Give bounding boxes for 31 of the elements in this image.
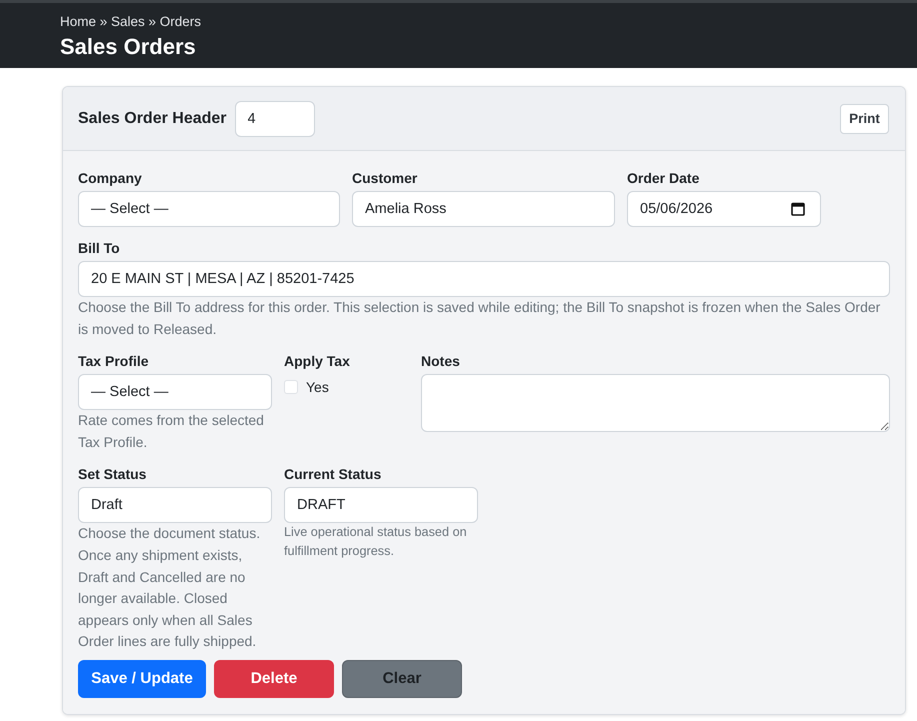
input-field[interactable]: Amelia Ross [352,191,615,227]
checkbox[interactable] [284,380,298,394]
field-label: Notes [421,352,460,372]
help-text: Choose the Bill To address for this order. This selection is saved while editing; the Bill To snapshot is frozen when the Sales Order is moved to Released. [78,298,882,339]
field-label: Apply Tax [284,352,350,372]
input-field[interactable]: 20 E MAIN ST | MESA | AZ | 85201-7425 [78,261,890,297]
notes-textarea[interactable] [421,374,890,432]
checkbox-label[interactable]: Yes [306,377,329,398]
help-text: Rate comes from the selected Tax Profile. [78,411,265,452]
date-field[interactable]: 05/06/2026 [627,191,821,227]
help-text: Live operational status based on fulfillment progress. [284,524,468,560]
input-field[interactable]: Draft [78,487,272,524]
field-label: Customer [352,169,418,188]
page-title: Sales Orders [60,33,196,61]
field-label: Tax Profile [78,352,149,372]
status-field[interactable]: DRAFT [284,487,478,524]
order-number-field[interactable]: 4 [234,100,315,136]
card-title: Sales Order Header [78,110,227,128]
field-label: Bill To [78,239,120,258]
help-text: Choose the document status. Once any shipment exists, Draft and Cancelled are no longer available. Closed appears only when all Sales Order lines are fully shipped. [78,524,262,652]
field-label: Order Date [627,169,700,188]
field-label: Current Status [284,465,382,484]
breadcrumb[interactable]: Home » Sales » Orders [60,13,202,31]
calendar-icon[interactable] [791,202,805,216]
input-field[interactable]: — Select — [78,191,340,227]
delete-button[interactable]: Delete [214,660,334,698]
field-label: Set Status [78,465,146,484]
field-label: Company [78,169,142,188]
save-button[interactable]: Save / Update [78,660,206,698]
print-button[interactable]: Print [840,104,889,134]
input-field[interactable]: — Select — [78,374,272,410]
